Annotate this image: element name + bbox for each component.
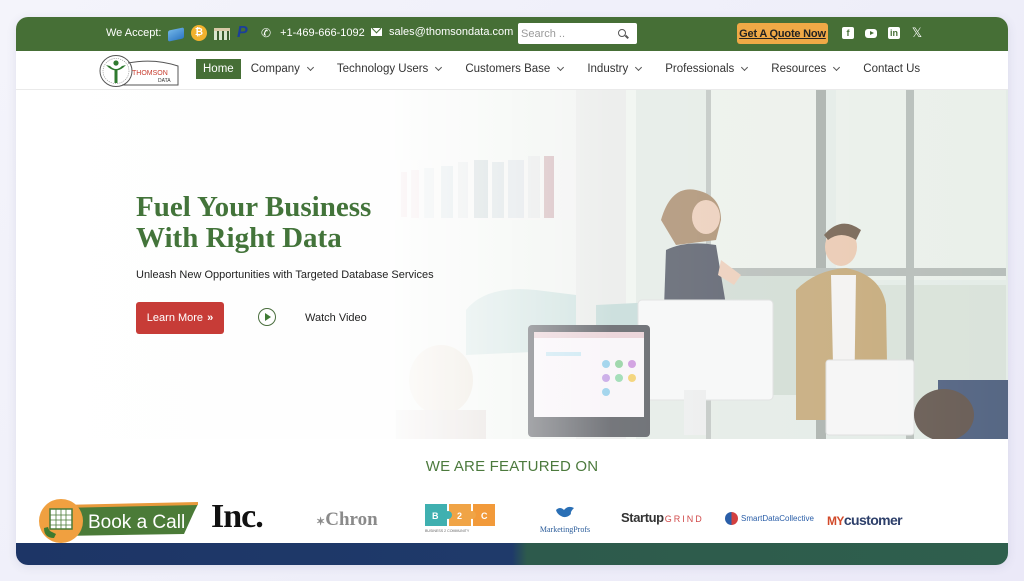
business-2-community-logo: B 2 C BUSINESS 2 COMMUNITY bbox=[425, 504, 495, 533]
svg-text:BUSINESS 2 COMMUNITY: BUSINESS 2 COMMUNITY bbox=[425, 529, 470, 533]
nav-item-technology-users[interactable]: Technology Users bbox=[330, 59, 448, 79]
nav-item-resources[interactable]: Resources bbox=[764, 59, 846, 79]
facebook-icon[interactable]: f bbox=[842, 27, 854, 39]
nav-menu: Home Company Technology Users Customers … bbox=[196, 59, 937, 79]
svg-text:DATA: DATA bbox=[158, 78, 171, 84]
payment-icons: ₿ P bbox=[168, 24, 253, 42]
nav-item-home[interactable]: Home bbox=[196, 59, 241, 79]
bird-icon bbox=[556, 506, 574, 518]
nav-item-professionals[interactable]: Professionals bbox=[658, 59, 754, 79]
sdc-text: SmartDataCollective bbox=[741, 514, 814, 523]
chron-logo: ✶Chron bbox=[316, 510, 378, 532]
inc-logo: Inc. bbox=[211, 498, 264, 535]
nav-label: Contact Us bbox=[863, 63, 921, 75]
email-address: sales@thomsondata.com bbox=[389, 26, 514, 38]
browser-page: We Accept: ₿ P ✆ +1-469-666-1092 sales@t… bbox=[16, 17, 1008, 565]
nav-label: Resources bbox=[771, 63, 827, 75]
my-text: MY bbox=[827, 514, 844, 528]
svg-text:2: 2 bbox=[457, 511, 462, 521]
top-contact-bar: We Accept: ₿ P ✆ +1-469-666-1092 sales@t… bbox=[16, 17, 1008, 51]
startup-text: Startup bbox=[621, 510, 664, 525]
nav-label: Customers Base bbox=[465, 63, 551, 75]
svg-text:B: B bbox=[432, 511, 439, 521]
bank-icon bbox=[214, 28, 230, 40]
search-icon[interactable] bbox=[613, 24, 633, 43]
we-accept-label: We Accept: bbox=[106, 27, 162, 39]
email-link[interactable]: sales@thomsondata.com bbox=[371, 26, 513, 38]
chevron-down-icon bbox=[741, 63, 749, 72]
get-quote-button[interactable]: Get A Quote Now bbox=[737, 23, 828, 44]
phone-link[interactable]: ✆ +1-469-666-1092 bbox=[261, 26, 365, 40]
search-input[interactable] bbox=[518, 24, 613, 43]
learn-more-button[interactable]: Learn More » bbox=[136, 302, 224, 334]
book-a-call-label: Book a Call bbox=[88, 512, 185, 533]
featured-title: WE ARE FEATURED ON bbox=[425, 458, 599, 475]
hero-title-line2: With Right Data bbox=[136, 222, 342, 254]
chevron-down-icon bbox=[833, 63, 841, 72]
customer-text: customer bbox=[843, 512, 903, 528]
hero-title-line1: Fuel Your Business bbox=[136, 191, 372, 223]
mail-icon bbox=[371, 28, 382, 36]
hero-subtitle: Unleash New Opportunities with Targeted … bbox=[136, 269, 434, 281]
linkedin-icon[interactable]: in bbox=[888, 27, 900, 39]
nav-label: Industry bbox=[587, 63, 629, 75]
nav-label: Company bbox=[250, 63, 300, 75]
watch-video-link[interactable]: Watch Video bbox=[305, 312, 367, 324]
bitcoin-icon: ₿ bbox=[191, 25, 207, 41]
nav-item-customers-base[interactable]: Customers Base bbox=[458, 59, 570, 79]
play-video-icon[interactable] bbox=[258, 308, 276, 326]
nav-item-company[interactable]: Company bbox=[244, 59, 320, 79]
grind-text: GRIND bbox=[664, 514, 704, 524]
paypal-icon: P bbox=[237, 24, 248, 41]
marketingprofs-text: MarketingProfs bbox=[539, 525, 591, 534]
book-a-call-button[interactable]: Book a Call bbox=[38, 498, 200, 544]
chevron-down-icon bbox=[557, 63, 565, 72]
nav-label: Technology Users bbox=[336, 63, 429, 75]
main-navigation: THOMSON DATA Home Company Technology Use… bbox=[16, 51, 1008, 90]
search-box bbox=[518, 23, 637, 44]
chron-text: Chron bbox=[325, 509, 378, 530]
chevron-down-icon bbox=[635, 63, 643, 72]
nav-label: Professionals bbox=[665, 63, 735, 75]
marketingprofs-logo: MarketingProfs bbox=[534, 504, 596, 534]
hero-title: Fuel Your Business With Right Data bbox=[136, 192, 434, 254]
phone-icon: ✆ bbox=[261, 26, 272, 40]
star-icon: ✶ bbox=[316, 516, 326, 528]
youtube-icon[interactable] bbox=[865, 29, 877, 38]
svg-text:C: C bbox=[481, 511, 488, 521]
nav-item-contact-us[interactable]: Contact Us bbox=[856, 59, 927, 79]
hero-text-block: Fuel Your Business With Right Data Unlea… bbox=[136, 192, 434, 282]
credit-card-icon bbox=[168, 27, 184, 42]
chevron-down-icon bbox=[306, 63, 314, 72]
sdc-circle-icon bbox=[725, 512, 738, 525]
smartdatacollective-logo: SmartDataCollective bbox=[725, 512, 814, 525]
nav-item-industry[interactable]: Industry bbox=[580, 59, 648, 79]
x-icon[interactable]: 𝕏 bbox=[911, 26, 923, 39]
nav-label: Home bbox=[203, 63, 234, 75]
double-chevron-right-icon: » bbox=[207, 312, 214, 324]
thomson-data-logo[interactable]: THOMSON DATA bbox=[98, 54, 180, 88]
chevron-down-icon bbox=[435, 63, 443, 72]
svg-text:THOMSON: THOMSON bbox=[132, 70, 168, 77]
learn-more-label: Learn More bbox=[146, 312, 204, 324]
startup-grind-logo: Startup GRIND bbox=[621, 510, 704, 525]
phone-number: +1-469-666-1092 bbox=[280, 27, 365, 39]
hero-banner: Fuel Your Business With Right Data Unlea… bbox=[16, 90, 1008, 439]
mycustomer-logo: MYcustomer bbox=[827, 512, 903, 528]
bottom-section-banner bbox=[16, 543, 1008, 565]
social-links: f in 𝕏 bbox=[842, 26, 923, 39]
